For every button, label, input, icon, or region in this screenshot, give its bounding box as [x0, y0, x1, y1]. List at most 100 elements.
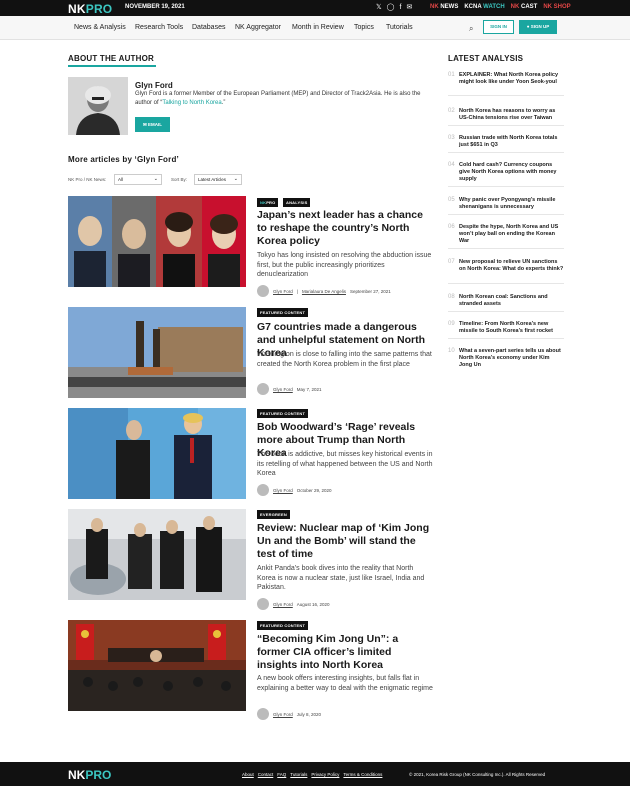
nav-topics[interactable]: Topics	[354, 24, 374, 31]
instagram-icon[interactable]: ◯	[387, 3, 395, 12]
article-date: October 29, 2020	[296, 487, 332, 493]
nk-cast-link[interactable]: NK CAST	[511, 4, 538, 10]
kcna-watch-link[interactable]: KCNA WATCH	[464, 4, 504, 10]
latest-analysis-heading: LATEST ANALYSIS	[448, 54, 524, 63]
latest-item[interactable]: 01 EXPLAINER: What North Korea policy mig…	[448, 72, 564, 96]
email-icon[interactable]: ✉	[406, 3, 412, 12]
author-link[interactable]: Glyn Ford	[273, 289, 293, 294]
article-meta: Glyn Ford May 7, 2021	[257, 382, 322, 396]
badge-featured: FEATURED CONTENT	[257, 621, 309, 630]
article-date: July 8, 2020	[296, 711, 322, 717]
article-meta: Glyn Ford August 16, 2020	[257, 597, 330, 611]
facebook-icon[interactable]: f	[399, 3, 401, 12]
article-title[interactable]: Japan’s next leader has a chance to resh…	[257, 209, 433, 248]
article-date: August 16, 2020	[296, 601, 330, 607]
author-photo	[68, 77, 128, 135]
footer-link-contact[interactable]: Contact	[258, 772, 274, 777]
sign-up-label: SIGN UP	[530, 24, 550, 29]
search-icon[interactable]: ⌕	[469, 24, 473, 34]
article-image[interactable]	[68, 620, 246, 711]
footer: NKPRO About Contact FAQ Tutorials Privac…	[0, 762, 630, 786]
article-date: May 7, 2021	[296, 386, 322, 392]
nav-tutorials[interactable]: Tutorials	[386, 24, 413, 31]
coauthor-link[interactable]: Marialaura De Angelis	[302, 289, 346, 294]
nkpro-logo[interactable]: NKPRO	[68, 2, 112, 16]
article-excerpt: Ankit Panda’s book dives into the realit…	[257, 565, 425, 591]
article-image[interactable]	[68, 509, 246, 600]
author-link[interactable]: Glyn Ford	[273, 602, 293, 607]
article-title[interactable]: “Becoming Kim Jong Un”: a former CIA off…	[257, 633, 433, 672]
author-link[interactable]: Glyn Ford	[273, 488, 293, 493]
article-image[interactable]	[68, 307, 246, 398]
chevron-down-icon: ⌄	[233, 176, 238, 182]
article-meta: Glyn Ford July 8, 2020	[257, 707, 321, 721]
social-icons: 𝕏 ◯ f ✉	[376, 3, 412, 12]
badge-evergreen: EVERGREEN	[257, 510, 290, 519]
nav-month-in-review[interactable]: Month in Review	[292, 24, 344, 31]
sort-by-label: Sort By:	[171, 177, 188, 182]
article-image[interactable]	[68, 408, 246, 499]
nav-news-analysis[interactable]: News & Analysis	[74, 24, 126, 31]
nav-databases[interactable]: Databases	[192, 24, 225, 31]
sign-in-button[interactable]: SIGN IN	[483, 20, 514, 34]
author-link[interactable]: Glyn Ford	[273, 712, 293, 717]
latest-item[interactable]: 03 Russian trade with North Korea totals …	[448, 135, 564, 153]
email-button[interactable]: ✉ EMAIL	[135, 117, 170, 132]
footer-link-tutorials[interactable]: Tutorials	[290, 772, 307, 777]
filter-source-label: NK Pro / NK News:	[68, 177, 107, 182]
article-excerpt: The book is addictive, but misses key hi…	[257, 451, 433, 477]
current-date: NOVEMBER 19, 2021	[125, 4, 185, 10]
article-image[interactable]	[68, 196, 246, 287]
filter-source-select[interactable]: All ⌄	[114, 174, 162, 185]
footer-link-faq[interactable]: FAQ	[277, 772, 286, 777]
latest-item[interactable]: 09 Timeline: From North Korea’s new missi…	[448, 321, 564, 339]
author-bio: Glyn Ford is a former Member of the Euro…	[135, 91, 421, 106]
badge-analysis: ANALYSIS	[283, 198, 311, 207]
email-label: EMAIL	[148, 122, 163, 127]
sign-up-button[interactable]: ● SIGN UP	[519, 20, 557, 34]
badge-featured: FEATURED CONTENT	[257, 409, 309, 418]
latest-item[interactable]: 04 Cold hard cash? Currency coupons give …	[448, 162, 564, 187]
latest-item[interactable]: 02 North Korea has reasons to worry as US…	[448, 108, 564, 126]
author-name: Glyn Ford	[135, 81, 173, 90]
book-link[interactable]: Talking to North Korea	[162, 100, 221, 106]
network-sites: NK NEWS KCNA WATCH NK CAST NK SHOP	[430, 4, 571, 10]
nav-nk-aggregator[interactable]: NK Aggregator	[235, 24, 281, 31]
latest-item[interactable]: 08 North Korean coal: Sanctions and stran…	[448, 294, 564, 312]
badge-nkpro: NKPRO	[257, 198, 279, 207]
footer-link-about[interactable]: About	[242, 772, 254, 777]
more-articles-heading: More articles by ‘Glyn Ford’	[68, 155, 179, 164]
latest-item[interactable]: 05 Why panic over Pyongyang’s missile she…	[448, 197, 564, 215]
avatar	[257, 285, 269, 297]
heading-underline	[68, 65, 156, 67]
nk-shop-link[interactable]: NK SHOP	[543, 4, 570, 10]
latest-item[interactable]: 10 What a seven-part series tells us abou…	[448, 348, 564, 373]
article-meta: Glyn Ford | Marialaura De Angelis Septem…	[257, 284, 391, 298]
article-date: September 27, 2021	[349, 288, 391, 294]
avatar	[257, 484, 269, 496]
nk-news-link[interactable]: NK NEWS	[430, 4, 458, 10]
article-excerpt: Washington is close to falling into the …	[257, 351, 432, 368]
badge-featured: FEATURED CONTENT	[257, 308, 309, 317]
copyright: © 2021, Korea Risk Group (NK Consulting …	[409, 772, 546, 777]
article-meta: Glyn Ford October 29, 2020	[257, 483, 332, 497]
author-link[interactable]: Glyn Ford	[273, 387, 293, 392]
footer-link-privacy[interactable]: Privacy Policy	[311, 772, 339, 777]
nkpro-logo[interactable]: NKPRO	[68, 768, 111, 782]
sort-by-select[interactable]: Latest Articles ⌄	[194, 174, 242, 185]
nav-research-tools[interactable]: Research Tools	[135, 24, 183, 31]
chevron-down-icon: ⌄	[153, 176, 158, 182]
latest-item[interactable]: 06 Despite the hype, North Korea and US w…	[448, 224, 564, 249]
top-bar: NKPRO NOVEMBER 19, 2021 𝕏 ◯ f ✉ NK NEWS …	[0, 0, 630, 16]
twitter-icon[interactable]: 𝕏	[376, 3, 382, 12]
avatar	[257, 708, 269, 720]
article-title[interactable]: Review: Nuclear map of ‘Kim Jong Un and …	[257, 522, 433, 561]
avatar	[257, 598, 269, 610]
footer-links: About Contact FAQ Tutorials Privacy Poli…	[242, 772, 382, 777]
article-excerpt: A new book offers interesting insights, …	[257, 675, 433, 692]
footer-link-terms[interactable]: Terms & Conditions	[343, 772, 382, 777]
divider: |	[296, 288, 298, 294]
latest-item[interactable]: 07 New proposal to relieve UN sanctions o…	[448, 259, 564, 284]
about-author-heading: ABOUT THE AUTHOR	[68, 54, 155, 63]
avatar	[257, 383, 269, 395]
